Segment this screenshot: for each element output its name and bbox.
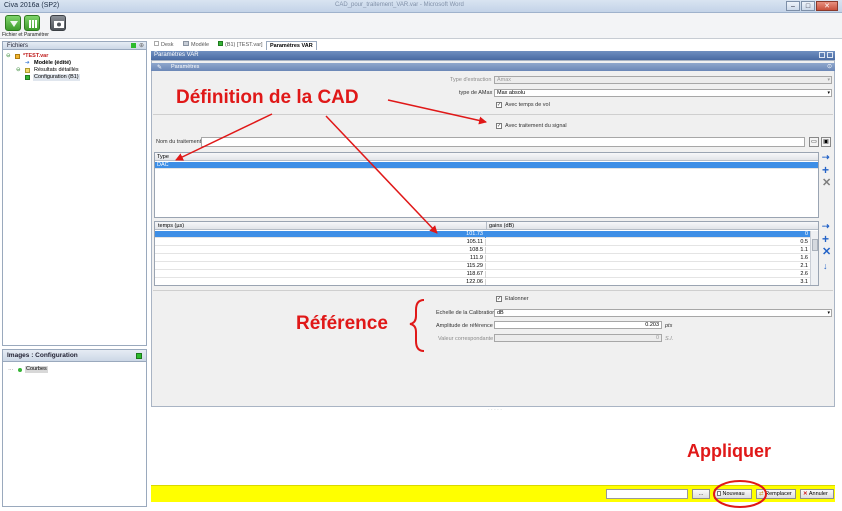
arrow-to-gain-table xyxy=(325,115,438,234)
annotation-arrows xyxy=(175,99,767,508)
reference-brace xyxy=(409,299,425,352)
arrow-to-signal-treatment xyxy=(387,99,487,125)
annotation-definition: Définition de la CAD xyxy=(176,87,359,108)
annotation-reference: Référence xyxy=(296,313,388,334)
annotation-appliquer: Appliquer xyxy=(687,441,771,461)
nouveau-highlight-ellipse xyxy=(713,480,767,508)
arrow-to-type-table xyxy=(175,113,273,161)
